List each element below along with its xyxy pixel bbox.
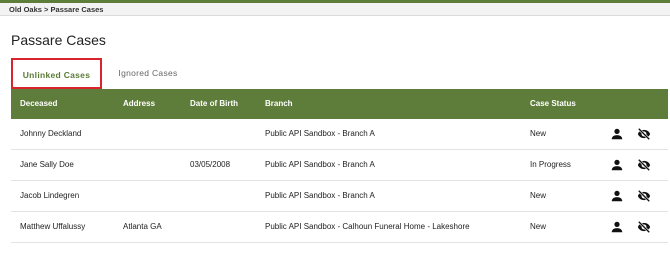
person-icon[interactable] — [610, 158, 624, 172]
cell-branch: Public API Sandbox - Branch A — [265, 191, 375, 200]
tab-ignored-cases[interactable]: Ignored Cases — [107, 58, 189, 89]
cell-date-of-birth: 03/05/2008 — [190, 160, 231, 169]
breadcrumb: Old Oaks > Passare Cases — [0, 3, 670, 16]
cell-case-status: New — [530, 191, 547, 200]
cell-case-status: New — [530, 222, 547, 231]
cell-deceased: Jacob Lindegren — [20, 191, 80, 200]
eye-slash-icon[interactable] — [637, 158, 651, 172]
table-row: Jane Sally Doe 03/05/2008 Public API San… — [11, 150, 668, 181]
cell-deceased: Johnny Deckland — [20, 129, 82, 138]
breadcrumb-separator: > — [44, 5, 49, 14]
cell-branch: Public API Sandbox - Branch A — [265, 129, 375, 138]
cell-deceased: Matthew Uffalussy — [20, 222, 86, 231]
cell-branch: Public API Sandbox - Calhoun Funeral Hom… — [265, 222, 470, 231]
person-icon[interactable] — [610, 220, 624, 234]
cell-case-status: In Progress — [530, 160, 571, 169]
cell-deceased: Jane Sally Doe — [20, 160, 74, 169]
table-header: Deceased Address Date of Birth Branch Ca… — [11, 89, 668, 119]
column-header-deceased[interactable]: Deceased — [20, 89, 57, 118]
column-header-date-of-birth[interactable]: Date of Birth — [190, 89, 238, 118]
column-header-branch[interactable]: Branch — [265, 89, 293, 118]
table-row: Johnny Deckland Public API Sandbox - Bra… — [11, 119, 668, 150]
tab-unlinked-cases[interactable]: Unlinked Cases — [11, 58, 102, 89]
table-row: Matthew Uffalussy Atlanta GA Public API … — [11, 212, 668, 243]
eye-slash-icon[interactable] — [637, 189, 651, 203]
case-tabs: Unlinked Cases Ignored Cases — [11, 58, 231, 89]
column-header-case-status[interactable]: Case Status — [530, 89, 576, 118]
person-icon[interactable] — [610, 127, 624, 141]
breadcrumb-current: Passare Cases — [50, 5, 104, 14]
eye-slash-icon[interactable] — [637, 220, 651, 234]
cell-address: Atlanta GA — [123, 222, 162, 231]
table-row: Jacob Lindegren Public API Sandbox - Bra… — [11, 181, 668, 212]
cell-case-status: New — [530, 129, 547, 138]
page-title: Passare Cases — [11, 32, 106, 48]
person-icon[interactable] — [610, 189, 624, 203]
breadcrumb-link-old-oaks[interactable]: Old Oaks — [9, 5, 42, 14]
eye-slash-icon[interactable] — [637, 127, 651, 141]
cell-branch: Public API Sandbox - Branch A — [265, 160, 375, 169]
cases-table: Deceased Address Date of Birth Branch Ca… — [11, 89, 668, 243]
column-header-address[interactable]: Address — [123, 89, 155, 118]
